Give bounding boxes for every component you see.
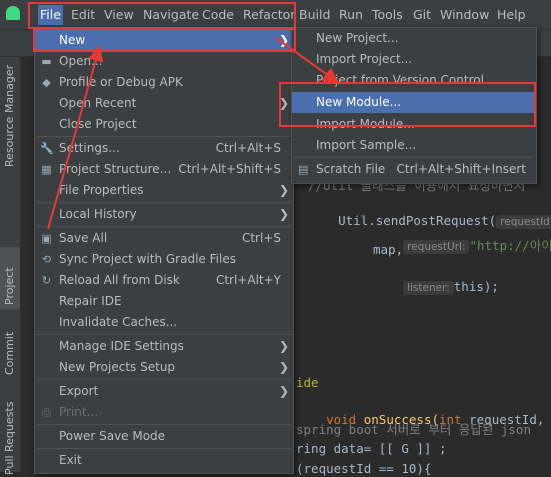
import-module-item[interactable]: Import Module... (292, 114, 536, 135)
print-icon: ⎙ (42, 406, 51, 419)
file-menu-open-recent[interactable]: Open Recent ❯ (35, 93, 293, 114)
separator (37, 202, 291, 203)
menu-git[interactable]: Git (413, 7, 431, 22)
separator (37, 334, 291, 335)
file-menu-project-structure[interactable]: ▦ Project Structure... Ctrl+Alt+Shift+S (35, 159, 293, 180)
file-menu-manage-ide-settings[interactable]: Manage IDE Settings ❯ (35, 336, 293, 357)
separator (37, 136, 291, 137)
file-menu-new-projects-setup[interactable]: New Projects Setup ❯ (35, 357, 293, 378)
code-line-if: (requestId == 10){ (296, 461, 432, 476)
file-menu-settings[interactable]: 🔧 Settings... Ctrl+Alt+S (35, 138, 293, 159)
scratch-file-item[interactable]: ▤ Scratch File Ctrl+Alt+Shift+Insert (292, 159, 536, 180)
new-submenu: New Project... Import Project... Project… (291, 27, 537, 184)
code-line-string-data: ring data= [[ G ]] ; (296, 441, 447, 456)
param-hint-listener: listener: (403, 281, 454, 295)
file-menu-power-save[interactable]: Power Save Mode (35, 426, 293, 447)
reload-icon: ↻ (41, 274, 52, 287)
menu-run[interactable]: Run (339, 7, 363, 22)
folder-icon: ▬ (41, 55, 52, 68)
chevron-right-icon: ❯ (278, 183, 289, 197)
menu-refactor[interactable]: Refactor (243, 7, 295, 22)
new-project-item[interactable]: New Project... (292, 28, 536, 49)
file-menu-sync-gradle[interactable]: ⟲ Sync Project with Gradle Files (35, 249, 293, 270)
gradle-sync-icon: ⟲ (41, 253, 52, 266)
code-line-spring-comment: spring boot 서버로 부터 응답된 json (296, 422, 531, 437)
menu-tools[interactable]: Tools (372, 7, 403, 22)
android-studio-icon (6, 6, 20, 20)
chevron-right-icon: ❯ (278, 339, 289, 353)
file-menu-save-all[interactable]: ▣ Save All Ctrl+S (35, 228, 293, 249)
menu-view[interactable]: View (104, 7, 134, 22)
import-sample-item[interactable]: Import Sample... (292, 135, 536, 156)
tab-commit[interactable]: Commit (0, 325, 20, 381)
save-icon: ▣ (41, 232, 52, 245)
project-from-vcs-item[interactable]: Project from Version Control... (292, 70, 536, 91)
menu-build[interactable]: Build (299, 7, 330, 22)
chevron-right-icon: ❯ (278, 207, 289, 221)
param-hint-request-url: requestUrl: (403, 240, 470, 254)
file-menu-profile-apk[interactable]: ◆ Profile or Debug APK (35, 72, 293, 93)
separator (37, 448, 291, 449)
file-menu-print: ⎙ Print... (35, 402, 293, 423)
file-menu-file-properties[interactable]: File Properties ❯ (35, 180, 293, 201)
new-module-item[interactable]: New Module... (292, 92, 536, 113)
file-menu-open[interactable]: ▬ Open... (35, 51, 293, 72)
code-line-map: map, (373, 242, 404, 257)
separator (294, 157, 534, 158)
wrench-icon: 🔧 (40, 142, 54, 155)
separator (37, 226, 291, 227)
chevron-right-icon: ❯ (278, 96, 289, 110)
tab-pull-requests[interactable]: Pull Requests (0, 397, 20, 477)
scratch-file-icon: ▤ (298, 163, 309, 176)
menu-edit[interactable]: Edit (71, 7, 95, 22)
file-menu-repair-ide[interactable]: Repair IDE (35, 291, 293, 312)
chevron-right-icon: ❯ (278, 384, 289, 398)
file-menu-new[interactable]: New ❯ (35, 30, 293, 51)
tab-project[interactable]: Project (0, 247, 20, 309)
menu-bar: File Edit View Navigate Code Refactor Bu… (0, 0, 551, 30)
file-menu-reload[interactable]: ↻ Reload All from Disk Ctrl+Alt+Y (35, 270, 293, 291)
menu-help[interactable]: Help (497, 7, 526, 22)
separator (37, 379, 291, 380)
file-menu-invalidate-caches[interactable]: Invalidate Caches... (35, 312, 293, 333)
menu-code[interactable]: Code (202, 7, 234, 22)
menu-navigate[interactable]: Navigate (143, 7, 199, 22)
code-line-listener: listener: this); (373, 264, 499, 309)
chevron-right-icon: ❯ (278, 360, 289, 374)
chevron-right-icon: ❯ (278, 33, 289, 47)
menu-file[interactable]: File (38, 5, 63, 25)
left-tool-strip: Resource Manager Project Commit Pull Req… (0, 57, 21, 475)
apk-icon: ◆ (42, 76, 51, 89)
separator (37, 424, 291, 425)
file-menu-local-history[interactable]: Local History ❯ (35, 204, 293, 225)
file-menu: New ❯ ▬ Open... ◆ Profile or Debug APK Open… (34, 27, 294, 474)
import-project-item[interactable]: Import Project... (292, 49, 536, 70)
file-menu-close-project[interactable]: Close Project (35, 114, 293, 135)
code-line-override: ide (296, 375, 319, 390)
menu-window[interactable]: Window (440, 7, 489, 22)
project-structure-icon: ▦ (41, 163, 52, 176)
file-menu-exit[interactable]: Exit (35, 450, 293, 471)
file-menu-export[interactable]: Export ❯ (35, 381, 293, 402)
